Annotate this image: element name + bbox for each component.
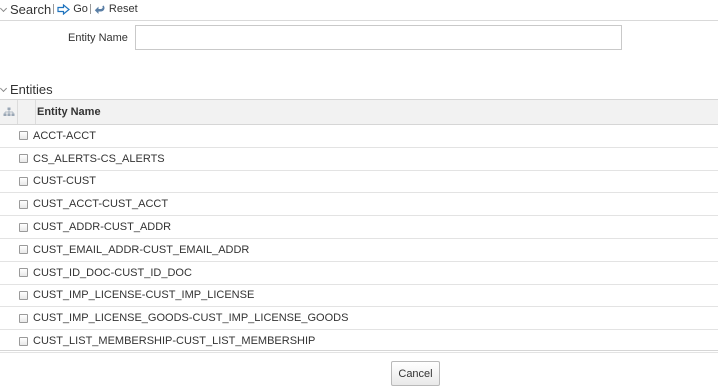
cancel-button[interactable]: Cancel [391,361,440,386]
divider [89,4,91,14]
go-button[interactable]: Go [57,3,88,15]
entities-section-header: Entities [0,80,53,98]
row-label: CUST_ID_DOC-CUST_ID_DOC [33,266,192,279]
row-label: CUST_EMAIL_ADDR-CUST_EMAIL_ADDR [33,243,250,256]
row-checkbox[interactable] [19,313,28,323]
entity-name-field: Entity Name [0,25,718,51]
table-row[interactable]: CUST_ACCT-CUST_ACCT [0,193,718,217]
row-checkbox[interactable] [19,268,28,278]
table-row[interactable]: CUST_ID_DOC-CUST_ID_DOC [0,262,718,285]
chevron-down-icon[interactable] [0,80,10,98]
row-checkbox[interactable] [19,222,28,232]
go-label: Go [73,3,88,15]
table-row[interactable]: CUST_ADDR-CUST_ADDR [0,216,718,239]
row-checkbox[interactable] [19,290,28,300]
hierarchy-icon[interactable] [0,100,18,124]
row-checkbox[interactable] [19,154,28,164]
table-row[interactable]: CUST_IMP_LICENSE_GOODS-CUST_IMP_LICENSE_… [0,307,718,331]
section-divider [0,20,718,21]
search-section-header: Search Go Reset [0,0,138,18]
entity-name-label: Entity Name [68,32,128,44]
row-checkbox[interactable] [19,199,28,209]
reset-label: Reset [108,3,138,15]
checkbox-column-header [18,100,36,124]
row-label: CUST_ACCT-CUST_ACCT [33,198,169,211]
search-title: Search [10,1,52,17]
chevron-down-icon[interactable] [0,0,10,18]
row-checkbox[interactable] [19,336,28,346]
row-checkbox[interactable] [19,245,28,255]
table-header-row: Entity Name [0,99,718,125]
column-header-entity-name[interactable]: Entity Name [36,106,101,118]
arrow-right-icon [57,3,71,15]
row-label: CS_ALERTS-CS_ALERTS [33,152,165,165]
entities-table: Entity Name ACCT-ACCT CS_ALERTS-CS_ALERT… [0,99,718,353]
entities-title: Entities [10,81,53,97]
divider [53,4,55,14]
row-label: CUST_LIST_MEMBERSHIP-CUST_LIST_MEMBERSHI… [33,335,316,348]
row-label: CUST_IMP_LICENSE-CUST_IMP_LICENSE [33,289,255,302]
row-label: CUST_ADDR-CUST_ADDR [33,221,172,234]
table-row[interactable]: CS_ALERTS-CS_ALERTS [0,148,718,171]
table-row[interactable]: CUST_IMP_LICENSE-CUST_IMP_LICENSE [0,285,718,308]
row-checkbox[interactable] [19,131,28,141]
row-checkbox[interactable] [19,176,28,186]
reset-button[interactable]: Reset [94,3,138,15]
reset-arrow-icon [94,5,105,14]
entity-name-input[interactable] [135,25,622,50]
table-row[interactable]: CUST-CUST [0,171,718,194]
table-row[interactable]: ACCT-ACCT [0,125,718,148]
row-label: CUST_IMP_LICENSE_GOODS-CUST_IMP_LICENSE_… [33,312,349,325]
row-label: ACCT-ACCT [33,129,96,142]
table-row[interactable]: CUST_EMAIL_ADDR-CUST_EMAIL_ADDR [0,239,718,262]
row-label: CUST-CUST [33,175,96,188]
footer-divider [0,350,718,351]
